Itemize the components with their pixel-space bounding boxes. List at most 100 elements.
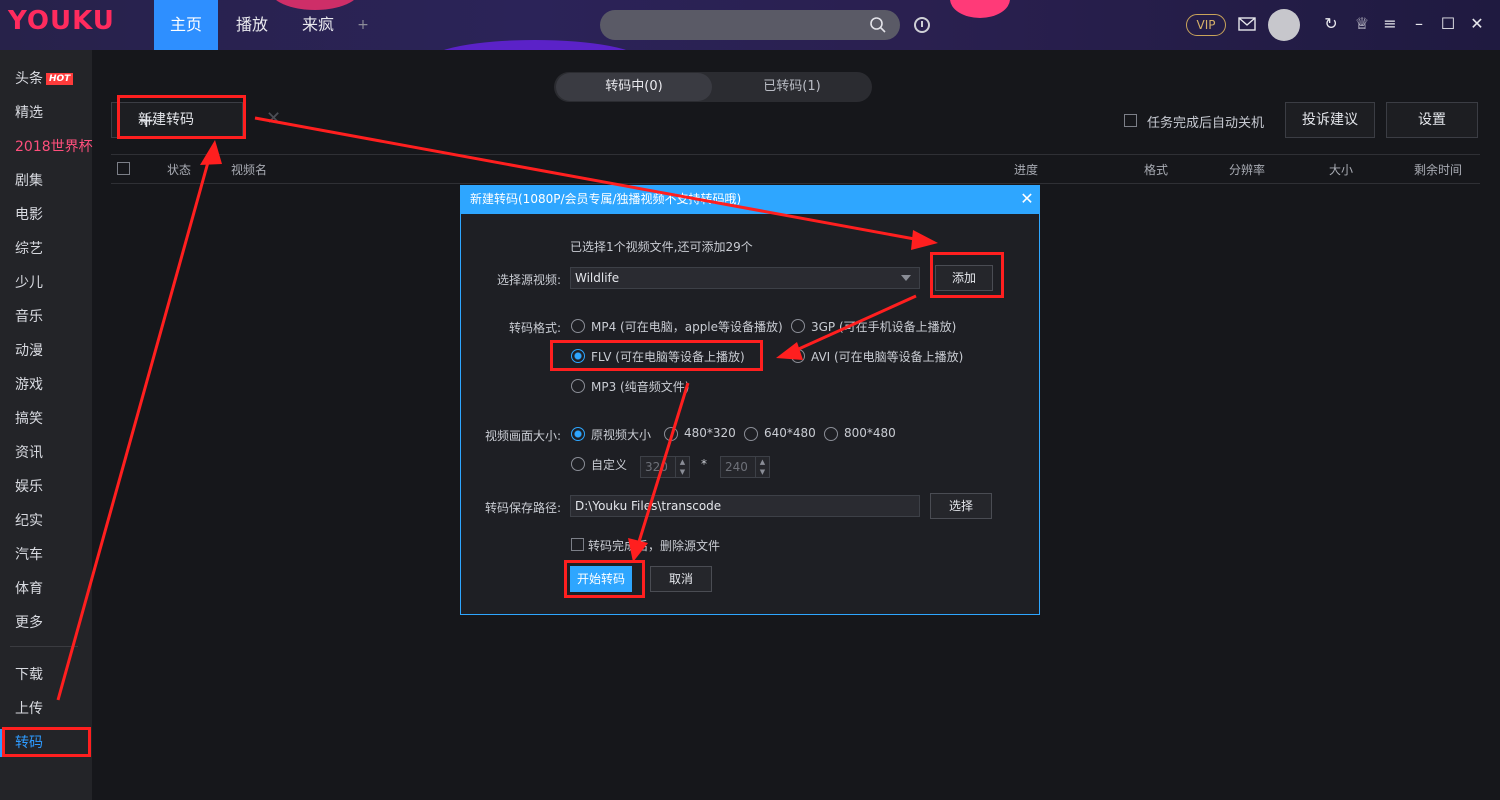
sidebar-item-more[interactable]: 更多	[15, 612, 43, 632]
sidebar	[0, 50, 92, 800]
size-radio-800x480[interactable]	[824, 427, 838, 441]
auto-shutdown-label: 任务完成后自动关机	[1147, 116, 1265, 131]
format-radio-avi[interactable]	[791, 349, 805, 363]
sidebar-item-news[interactable]: 资讯	[15, 442, 43, 462]
sidebar-item-music[interactable]: 音乐	[15, 306, 43, 326]
custom-width-value: 320	[645, 460, 668, 474]
format-3gp-label: 3GP (可在手机设备上播放)	[811, 320, 957, 334]
sidebar-item-movies[interactable]: 电影	[15, 204, 43, 224]
search-input[interactable]	[600, 10, 900, 40]
avatar[interactable]	[1268, 9, 1300, 41]
annotation-box-flv	[550, 340, 763, 371]
sidebar-item-series[interactable]: 剧集	[15, 170, 43, 190]
dialog-title: 新建转码(1080P/会员专属/独播视频不支持转码哦)	[460, 185, 1040, 214]
skin-icon[interactable]: ♕	[1351, 13, 1373, 35]
sidebar-item-worldcup[interactable]: 2018世界杯	[15, 136, 93, 156]
sidebar-item-download[interactable]: 下载	[15, 664, 43, 684]
format-radio-3gp[interactable]	[791, 319, 805, 333]
format-radio-mp3[interactable]	[571, 379, 585, 393]
source-label: 选择源视频:	[496, 273, 561, 287]
size-640x480-label: 640*480	[764, 426, 816, 440]
menu-icon[interactable]: ≡	[1379, 13, 1401, 35]
hot-badge: HOT	[46, 73, 74, 85]
sidebar-item-documentary[interactable]: 纪实	[15, 510, 43, 530]
size-custom-label: 自定义	[591, 458, 628, 472]
sidebar-item-funny[interactable]: 搞笑	[15, 408, 43, 428]
sidebar-item-entertainment[interactable]: 娱乐	[15, 476, 43, 496]
browse-button[interactable]: 选择	[930, 493, 992, 519]
header-decoration	[430, 40, 640, 50]
size-label: 视频画面大小:	[484, 429, 561, 443]
sidebar-item-sports[interactable]: 体育	[15, 578, 43, 598]
delete-icon[interactable]: ✕	[266, 108, 281, 129]
maximize-icon[interactable]: ☐	[1437, 13, 1459, 35]
custom-separator: *	[701, 457, 707, 471]
tab-transcoding[interactable]: 转码中(0)	[556, 73, 712, 101]
search-icon[interactable]	[869, 16, 887, 34]
refresh-icon[interactable]: ↻	[1320, 13, 1342, 35]
auto-shutdown-checkbox[interactable]	[1124, 114, 1137, 127]
sidebar-divider	[10, 646, 78, 647]
sidebar-item-upload[interactable]: 上传	[15, 698, 43, 718]
path-label: 转码保存路径:	[484, 501, 561, 515]
source-video-select[interactable]: Wildlife	[570, 267, 920, 289]
sidebar-item-games[interactable]: 游戏	[15, 374, 43, 394]
size-480x320-label: 480*320	[684, 426, 736, 440]
mail-icon[interactable]	[1238, 17, 1256, 31]
delete-source-checkbox[interactable]	[571, 538, 584, 551]
format-mp4-label: MP4 (可在电脑，apple等设备播放)	[591, 320, 783, 334]
stepper-arrows[interactable]: ▲ ▼	[755, 457, 769, 477]
custom-height-value: 240	[725, 460, 748, 474]
format-avi-label: AVI (可在电脑等设备上播放)	[811, 350, 964, 364]
sidebar-item-auto[interactable]: 汽车	[15, 544, 43, 564]
tab-laifeng[interactable]: 来疯	[286, 0, 350, 50]
size-radio-640x480[interactable]	[744, 427, 758, 441]
header-decoration	[950, 0, 1010, 18]
sidebar-item-variety[interactable]: 综艺	[15, 238, 43, 258]
save-path-input[interactable]: D:\Youku Files\transcode	[570, 495, 920, 517]
column-progress: 进度	[1014, 163, 1039, 177]
vip-badge[interactable]: VIP	[1186, 14, 1226, 36]
column-format: 格式	[1144, 163, 1169, 177]
add-tab-button[interactable]: +	[352, 0, 374, 50]
format-mp3-label: MP3 (纯音频文件)	[591, 380, 690, 394]
cancel-button[interactable]: 取消	[650, 566, 712, 592]
tab-transcoded[interactable]: 已转码(1)	[712, 72, 872, 102]
settings-button[interactable]: 设置	[1386, 102, 1478, 138]
annotation-box-transcode	[2, 727, 91, 757]
format-radio-mp4[interactable]	[571, 319, 585, 333]
annotation-box-add	[930, 252, 1004, 298]
sidebar-item-headlines[interactable]: 头条 HOT	[15, 68, 74, 88]
tab-play[interactable]: 播放	[220, 0, 284, 50]
minimize-icon[interactable]: –	[1408, 13, 1430, 35]
chevron-down-icon	[901, 275, 911, 281]
sidebar-item-featured[interactable]: 精选	[15, 102, 43, 122]
column-remaining: 剩余时间	[1414, 163, 1463, 177]
annotation-box-new-transcode	[117, 95, 246, 139]
youku-logo[interactable]: YOUKU	[8, 6, 115, 36]
size-radio-custom[interactable]	[571, 457, 585, 471]
select-all-checkbox[interactable]	[117, 162, 130, 175]
format-label: 转码格式:	[508, 321, 561, 335]
column-resolution: 分辨率	[1229, 163, 1266, 177]
size-800x480-label: 800*480	[844, 426, 896, 440]
column-status: 状态	[167, 163, 192, 177]
size-original-label: 原视频大小	[591, 428, 652, 442]
sidebar-item-kids[interactable]: 少儿	[15, 272, 43, 292]
complaint-button[interactable]: 投诉建议	[1285, 102, 1375, 138]
column-size: 大小	[1329, 163, 1354, 177]
tab-home[interactable]: 主页	[154, 0, 218, 50]
size-radio-480x320[interactable]	[664, 427, 678, 441]
size-radio-original[interactable]	[571, 427, 585, 441]
column-video-name: 视频名	[231, 163, 268, 177]
selection-info: 已选择1个视频文件,还可添加29个	[570, 240, 753, 254]
close-icon[interactable]: ✕	[1466, 13, 1488, 35]
stepper-arrows[interactable]: ▲ ▼	[675, 457, 689, 477]
custom-height-input[interactable]: 240 ▲ ▼	[720, 456, 770, 478]
delete-source-label: 转码完成后，删除源文件	[588, 539, 721, 553]
dialog-close-icon[interactable]: ✕	[1018, 186, 1036, 212]
sidebar-item-anime[interactable]: 动漫	[15, 340, 43, 360]
custom-width-input[interactable]: 320 ▲ ▼	[640, 456, 690, 478]
table-header	[111, 154, 1480, 184]
history-icon-hand	[921, 21, 923, 27]
